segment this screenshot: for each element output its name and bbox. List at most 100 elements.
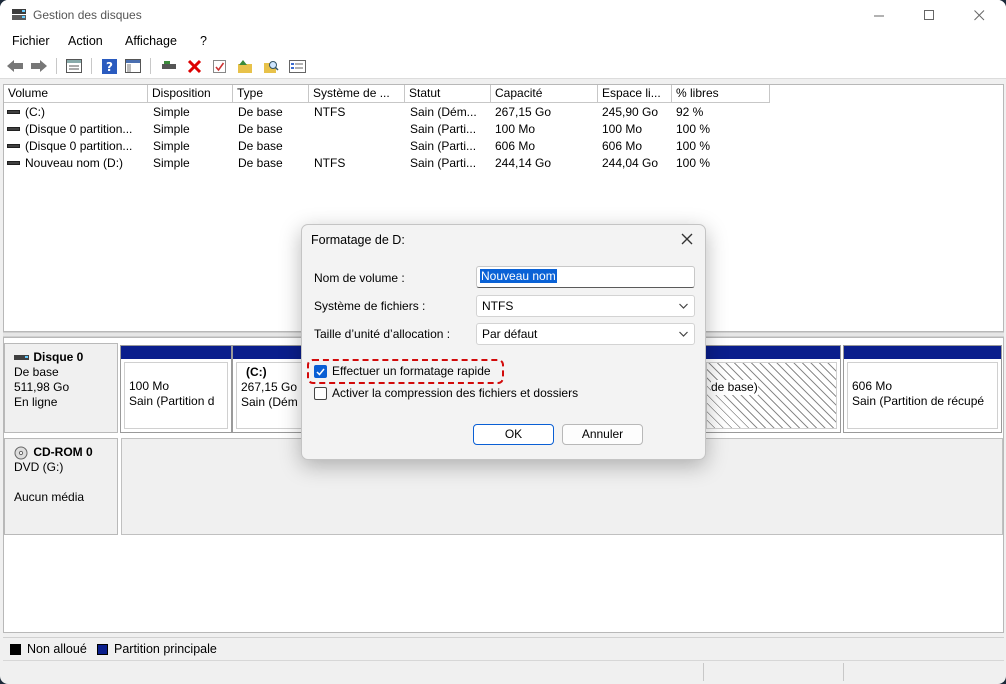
cdrom0-name: CD-ROM 0 — [33, 445, 93, 459]
cell-volume: (C:) — [25, 105, 45, 119]
volume-icon — [7, 126, 20, 131]
menu-fichier[interactable]: Fichier — [12, 34, 50, 48]
disk0-name: Disque 0 — [33, 350, 84, 364]
cell-percent-free: 100 % — [676, 139, 711, 153]
ok-button[interactable]: OK — [473, 424, 554, 445]
close-window-button[interactable] — [959, 4, 999, 26]
disk0-type: De base — [14, 365, 59, 379]
partition-bar — [703, 346, 840, 359]
cell-disposition: Simple — [153, 122, 190, 136]
cell-capacity: 267,15 Go — [495, 105, 552, 119]
menu-affichage[interactable]: Affichage — [125, 34, 177, 48]
volume-name-value: Nouveau nom — [480, 269, 557, 283]
legend-swatch-unallocated — [10, 644, 21, 655]
partition-size: 606 Mo — [852, 379, 893, 393]
list-view-icon — [66, 59, 82, 73]
partition-d[interactable]: de base) — [702, 345, 841, 433]
filesystem-value: NTFS — [482, 299, 514, 313]
forward-arrow-icon — [31, 60, 47, 72]
cell-capacity: 244,14 Go — [495, 156, 552, 170]
cancel-button[interactable]: Annuler — [562, 424, 643, 445]
partition-status: de base) — [711, 380, 758, 395]
disk-icon — [14, 354, 29, 360]
legend-primary: Partition principale — [114, 642, 217, 656]
column-header-capacity[interactable]: Capacité — [491, 85, 598, 103]
column-header-percent-free[interactable]: % libres — [672, 85, 770, 103]
partition-recovery[interactable]: 606 Mo Sain (Partition de récupé — [843, 345, 1002, 433]
allocation-size-value: Par défaut — [482, 327, 538, 341]
disk0-size: 511,98 Go — [14, 380, 70, 394]
cell-filesystem: NTFS — [314, 156, 346, 170]
back-button[interactable] — [6, 57, 24, 75]
checklist-icon — [212, 59, 226, 73]
settings-list-button[interactable] — [288, 57, 306, 75]
cell-free-space: 244,04 Go — [602, 156, 659, 170]
up-folder-button[interactable] — [236, 57, 254, 75]
quick-format-checkbox[interactable] — [314, 365, 327, 378]
toolbar: ? — [0, 52, 1006, 79]
allocation-size-select[interactable]: Par défaut — [476, 323, 695, 345]
chevron-down-icon — [679, 331, 688, 337]
cell-type: De base — [238, 156, 283, 170]
title-bar: Gestion des disques — [0, 0, 1006, 31]
help-button[interactable]: ? — [100, 57, 118, 75]
quick-format-label[interactable]: Effectuer un formatage rapide — [332, 364, 491, 378]
check-button[interactable] — [210, 57, 228, 75]
menu-action[interactable]: Action — [68, 34, 103, 48]
filesystem-select[interactable]: NTFS — [476, 295, 695, 317]
cell-status: Sain (Parti... — [410, 122, 477, 136]
allocation-size-label: Taille d’unité d’allocation : — [314, 327, 451, 341]
search-button[interactable] — [262, 57, 280, 75]
cdrom0-status: Aucun média — [14, 490, 85, 504]
cell-percent-free: 92 % — [676, 105, 704, 119]
menu-help[interactable]: ? — [200, 34, 207, 48]
cdrom0-type: DVD (G:) — [14, 460, 64, 474]
disk-management-window: Gestion des disques Fichier Action Affic… — [0, 0, 1006, 684]
column-header-free-space[interactable]: Espace li... — [598, 85, 672, 103]
chevron-down-icon — [679, 303, 688, 309]
column-header-status[interactable]: Statut — [405, 85, 491, 103]
disk0-label[interactable]: Disque 0 De base 511,98 Go En ligne — [4, 343, 118, 433]
cell-status: Sain (Dém... — [410, 105, 477, 119]
dialog-title: Formatage de D: — [311, 233, 405, 247]
cell-percent-free: 100 % — [676, 122, 711, 136]
compression-label[interactable]: Activer la compression des fichiers et d… — [332, 386, 578, 400]
partition-efi[interactable]: 100 Mo Sain (Partition d — [120, 345, 232, 433]
cell-type: De base — [238, 139, 283, 153]
volume-name-input[interactable]: Nouveau nom — [476, 266, 695, 288]
filesystem-label: Système de fichiers : — [314, 299, 426, 313]
cell-status: Sain (Parti... — [410, 156, 477, 170]
console-view-button[interactable] — [124, 57, 142, 75]
column-header-disposition[interactable]: Disposition — [148, 85, 233, 103]
maximize-button[interactable] — [909, 4, 949, 26]
svg-text:?: ? — [106, 60, 113, 74]
console-icon — [125, 59, 141, 73]
cell-disposition: Simple — [153, 156, 190, 170]
cell-percent-free: 100 % — [676, 156, 711, 170]
minimize-button[interactable] — [859, 4, 899, 26]
cell-free-space: 606 Mo — [602, 139, 643, 153]
delete-button[interactable] — [185, 57, 203, 75]
compression-checkbox[interactable] — [314, 387, 327, 400]
column-header-type[interactable]: Type — [233, 85, 309, 103]
column-header-filesystem[interactable]: Système de ... — [309, 85, 405, 103]
volume-name-label: Nom de volume : — [314, 271, 405, 285]
forward-button[interactable] — [30, 57, 48, 75]
cell-free-space: 245,90 Go — [602, 105, 659, 119]
properties-view-button[interactable] — [65, 57, 83, 75]
cdrom0-label[interactable]: CD-ROM 0 DVD (G:) Aucun média — [4, 438, 118, 535]
cell-free-space: 100 Mo — [602, 122, 643, 136]
cell-capacity: 100 Mo — [495, 122, 536, 136]
connect-button[interactable] — [160, 57, 178, 75]
disk0-status: En ligne — [14, 395, 58, 409]
volume-icon — [7, 109, 20, 114]
disk-management-app-icon — [12, 9, 26, 20]
legend-unallocated: Non alloué — [27, 642, 87, 656]
help-icon: ? — [101, 58, 117, 74]
minimize-icon — [873, 15, 884, 16]
column-header-volume[interactable]: Volume — [4, 85, 148, 103]
dialog-close-button[interactable] — [677, 229, 697, 251]
menu-bar: Fichier Action Affichage ? — [0, 31, 1006, 52]
maximize-icon — [923, 9, 934, 20]
close-icon — [681, 233, 693, 245]
